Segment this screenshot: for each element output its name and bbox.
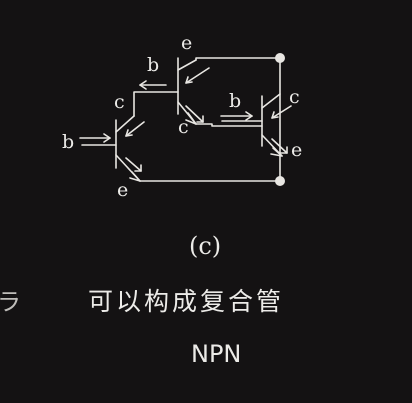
- t2-emitter-label: e: [181, 32, 193, 54]
- transistor-1: [81, 115, 141, 182]
- terminal-node-bottom: [275, 176, 285, 186]
- type-label: NPN: [191, 340, 242, 368]
- t2-base-label: b: [147, 54, 160, 76]
- t3-collector-lead: [261, 93, 281, 109]
- description-text: 可以构成复合管: [88, 287, 285, 316]
- wire-t1-collector-to-t2-base: [133, 91, 179, 117]
- t3-base-label: b: [229, 90, 242, 112]
- wires: [133, 57, 281, 182]
- cropped-left-glyph: ラ: [0, 288, 21, 316]
- terminal-node-top: [275, 53, 285, 63]
- t1-collector-lead: [115, 115, 135, 133]
- t1-base-label: b: [62, 131, 75, 153]
- figure-caption: (c): [189, 232, 222, 260]
- t1-collector-label: c: [114, 91, 125, 113]
- t3-emitter-label: e: [291, 139, 303, 161]
- wire-t2-emitter-top: [195, 57, 281, 61]
- t1-emitter-label: e: [117, 179, 129, 201]
- transistor-2: [177, 57, 197, 125]
- t3-collector-label: c: [289, 86, 300, 108]
- t2-collector-label: c: [178, 116, 189, 138]
- wire-t2-collector: [195, 123, 263, 127]
- t2-emitter-lead: [177, 59, 197, 71]
